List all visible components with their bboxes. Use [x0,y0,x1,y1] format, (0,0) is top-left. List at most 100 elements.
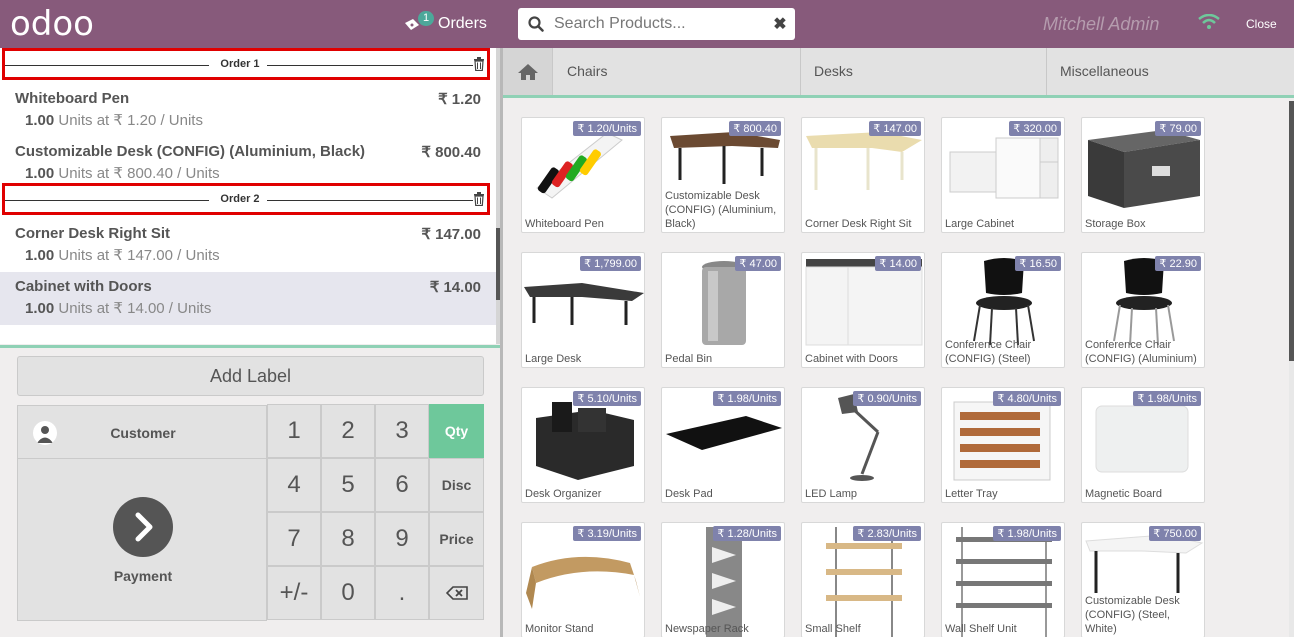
product-card[interactable]: ₹ 14.00 Cabinet with Doors [801,252,925,368]
qty-mode-button[interactable]: Qty [429,404,484,458]
product-price: ₹ 1.98/Units [713,391,781,406]
product-price: ₹ 0.90/Units [853,391,921,406]
product-card[interactable]: ₹ 320.00 Large Cabinet [941,117,1065,233]
line-product-name: Cabinet with Doors [15,278,152,295]
home-icon [517,63,538,80]
product-price: ₹ 1.98/Units [993,526,1061,541]
user-name[interactable]: Mitchell Admin [1043,14,1159,35]
payment-button[interactable]: Payment [17,459,267,621]
numpad-key-7[interactable]: 7 [267,512,321,566]
product-card[interactable]: ₹ 750.00 Customizable Desk (CONFIG) (Ste… [1081,522,1205,637]
product-price: ₹ 1.98/Units [1133,391,1201,406]
product-grid-scrollbar[interactable] [1289,101,1294,637]
product-card[interactable]: ₹ 22.90 Conference Chair (CONFIG) (Alumi… [1081,252,1205,368]
product-price: ₹ 4.80/Units [993,391,1061,406]
product-price: ₹ 16.50 [1015,256,1061,271]
numpad-key-6[interactable]: 6 [375,458,429,512]
product-name: Conference Chair (CONFIG) (Steel) [945,339,1032,365]
customer-button[interactable]: Customer [17,405,267,459]
clear-search-icon[interactable]: ✖ [765,14,795,34]
search-input[interactable] [554,15,765,33]
numpad-key-dot[interactable]: . [375,566,429,620]
home-category-button[interactable] [503,48,553,95]
order-line-selected[interactable]: Cabinet with Doors ₹ 14.00 1.00 Units at… [0,272,496,325]
product-name: Pedal Bin [665,353,713,365]
order-label: Order 2 [220,193,260,205]
line-qty: 1.00 [25,112,55,129]
product-card[interactable]: ₹ 0.90/Units LED Lamp [801,387,925,503]
product-card[interactable]: ₹ 47.00 Pedal Bin [661,252,785,368]
order-line[interactable]: Corner Desk Right Sit ₹ 147.00 1.00 Unit… [0,219,496,272]
backspace-button[interactable] [429,566,484,620]
orders-count-badge: 1 [418,11,435,26]
add-label-button[interactable]: Add Label [17,356,484,396]
product-price: ₹ 2.83/Units [853,526,921,541]
search-icon [518,16,554,32]
product-card[interactable]: ₹ 5.10/Units Desk Organizer [521,387,645,503]
disc-mode-button[interactable]: Disc [429,458,484,512]
top-bar: odoo 1 Orders ✖ Mitchell Admin Close [0,0,1294,48]
product-price: ₹ 1.28/Units [713,526,781,541]
product-grid: ₹ 1.20/Units Whiteboard Pen ₹ 800.40 Cus… [503,101,1290,637]
order-list: Order 1 Whiteboard Pen ₹ 1.20 1.00 Units… [0,48,496,344]
trash-icon[interactable] [473,192,485,211]
product-price: ₹ 22.90 [1155,256,1201,271]
orders-button[interactable]: 1 Orders [404,10,487,38]
numpad-key-3[interactable]: 3 [375,404,429,458]
product-card[interactable]: ₹ 2.83/Units Small Shelf [801,522,925,637]
numpad-key-2[interactable]: 2 [321,404,375,458]
product-card[interactable]: ₹ 1.98/Units Wall Shelf Unit [941,522,1065,637]
numpad-key-4[interactable]: 4 [267,458,321,512]
numpad-key-1[interactable]: 1 [267,404,321,458]
product-card[interactable]: ₹ 1,799.00 Large Desk [521,252,645,368]
numpad-key-plusminus[interactable]: +/- [267,566,321,620]
numpad-key-5[interactable]: 5 [321,458,375,512]
product-name: Newspaper Rack [665,623,749,635]
product-price: ₹ 320.00 [1009,121,1061,136]
product-name: Large Desk [525,353,582,365]
product-card[interactable]: ₹ 1.98/Units Magnetic Board [1081,387,1205,503]
product-card[interactable]: ₹ 1.98/Units Desk Pad [661,387,785,503]
scrollbar-thumb[interactable] [1289,101,1294,361]
close-button[interactable]: Close [1246,17,1277,31]
product-price: ₹ 1,799.00 [580,256,641,271]
product-price: ₹ 47.00 [735,256,781,271]
product-name: Customizable Desk (CONFIG) (Aluminium, B… [665,190,777,230]
product-card[interactable]: ₹ 3.19/Units Monitor Stand [521,522,645,637]
trash-icon[interactable] [473,57,485,76]
numpad-key-9[interactable]: 9 [375,512,429,566]
line-qty: 1.00 [25,247,55,264]
customer-label: Customer [110,425,176,441]
product-price: ₹ 79.00 [1155,121,1201,136]
category-miscellaneous[interactable]: Miscellaneous [1046,48,1294,95]
numpad-key-0[interactable]: 0 [321,566,375,620]
product-name: Monitor Stand [525,623,594,635]
line-detail: 1.00 Units at ₹ 800.40 / Units [25,164,220,182]
product-name: Storage Box [1085,218,1146,230]
product-card[interactable]: ₹ 147.00 Corner Desk Right Sit [801,117,925,233]
product-name: Small Shelf [805,623,861,635]
product-card[interactable]: ₹ 1.20/Units Whiteboard Pen [521,117,645,233]
product-card[interactable]: ₹ 16.50 Conference Chair (CONFIG) (Steel… [941,252,1065,368]
product-name: Letter Tray [945,488,998,500]
product-card[interactable]: ₹ 4.80/Units Letter Tray [941,387,1065,503]
line-product-name: Whiteboard Pen [15,90,130,107]
orders-label: Orders [438,15,487,32]
category-chairs[interactable]: Chairs [553,48,801,95]
product-name: Conference Chair (CONFIG) (Aluminium) [1085,339,1197,365]
category-desks[interactable]: Desks [800,48,1047,95]
numpad-key-8[interactable]: 8 [321,512,375,566]
product-name: Desk Pad [665,488,713,500]
order-line[interactable]: Whiteboard Pen ₹ 1.20 1.00 Units at ₹ 1.… [0,84,496,137]
product-price: ₹ 1.20/Units [573,121,641,136]
product-card[interactable]: ₹ 1.28/Units Newspaper Rack [661,522,785,637]
product-price: ₹ 800.40 [729,121,781,136]
product-card[interactable]: ₹ 800.40 Customizable Desk (CONFIG) (Alu… [661,117,785,233]
product-name: Wall Shelf Unit [945,623,1017,635]
wifi-icon [1198,13,1220,35]
product-name: Magnetic Board [1085,488,1163,500]
product-card[interactable]: ₹ 79.00 Storage Box [1081,117,1205,233]
product-price: ₹ 750.00 [1149,526,1201,541]
line-detail: 1.00 Units at ₹ 147.00 / Units [25,246,220,264]
price-mode-button[interactable]: Price [429,512,484,566]
